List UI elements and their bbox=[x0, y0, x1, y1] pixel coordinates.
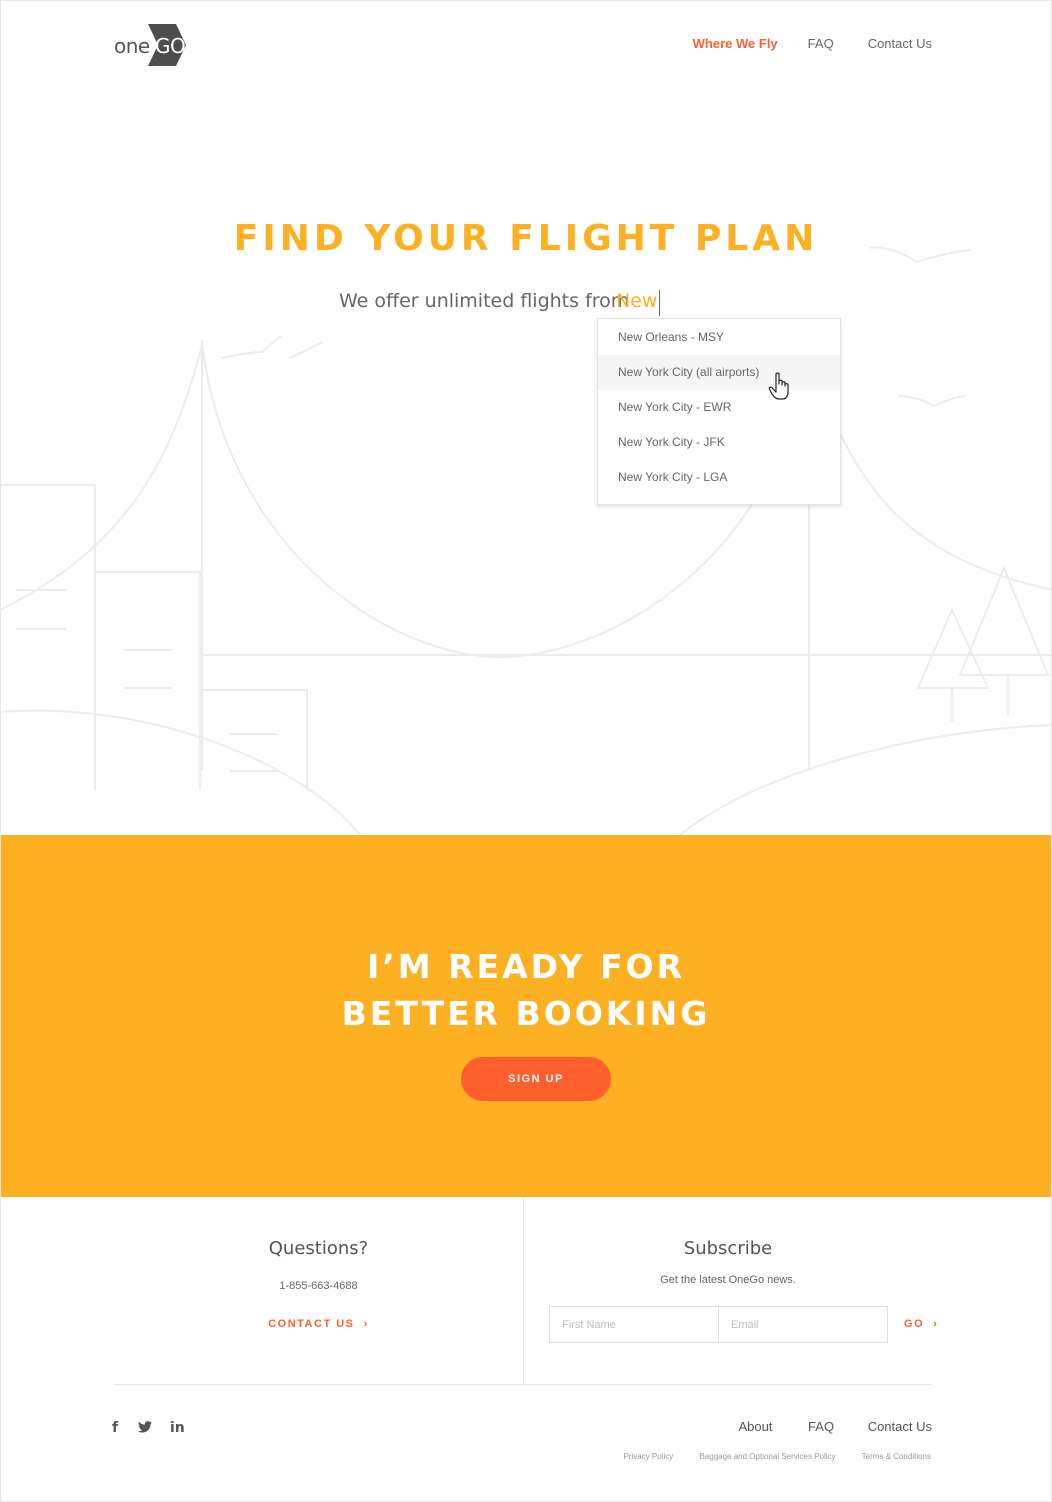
footer-link-contact-us[interactable]: Contact Us bbox=[868, 1419, 932, 1434]
site-header: one GO Where We Fly FAQ Contact Us bbox=[0, 0, 1052, 90]
hand-pointer-icon bbox=[768, 372, 789, 400]
logo-text-go: GO bbox=[155, 34, 186, 58]
contact-us-link[interactable]: CONTACT US › bbox=[114, 1318, 523, 1330]
hero-title: FIND YOUR FLIGHT PLAN bbox=[233, 218, 819, 259]
suggestion-new-york-jfk[interactable]: New York City - JFK bbox=[598, 425, 840, 460]
suggestion-new-york-ewr[interactable]: New York City - EWR bbox=[598, 390, 840, 425]
cta-title-line1: I’M READY FOR bbox=[366, 947, 686, 986]
nav-where-we-fly[interactable]: Where We Fly bbox=[693, 36, 778, 51]
social-links: f in bbox=[112, 1418, 185, 1437]
city-illustration bbox=[0, 246, 1052, 835]
footer-vertical-divider bbox=[523, 1197, 524, 1385]
origin-search-input[interactable]: New bbox=[616, 290, 661, 316]
contact-us-label: CONTACT US bbox=[268, 1318, 355, 1330]
sign-up-button[interactable]: SIGN UP bbox=[461, 1057, 611, 1101]
phone-number: 1-855-663-4688 bbox=[279, 1280, 358, 1292]
first-name-field[interactable] bbox=[549, 1306, 719, 1343]
hero-section: FIND YOUR FLIGHT PLAN We offer unlimited… bbox=[0, 90, 1052, 835]
privacy-policy-link[interactable]: Privacy Policy bbox=[623, 1452, 673, 1461]
email-field[interactable] bbox=[718, 1306, 888, 1343]
autocomplete-dropdown: New Orleans - MSY New York City (all air… bbox=[597, 318, 841, 505]
nav-faq[interactable]: FAQ bbox=[808, 36, 834, 51]
subscribe-go-button[interactable]: GO › bbox=[904, 1318, 938, 1330]
suggestion-new-york-all-airports[interactable]: New York City (all airports) bbox=[598, 355, 840, 390]
suggestion-new-orleans-msy[interactable]: New Orleans - MSY bbox=[598, 320, 840, 355]
footer-horizontal-divider bbox=[114, 1384, 932, 1385]
baggage-policy-link[interactable]: Baggage and Optional Services Policy bbox=[699, 1452, 835, 1461]
questions-title: Questions? bbox=[268, 1238, 369, 1259]
hero-subtitle: We offer unlimited flights from bbox=[339, 290, 630, 312]
legal-links: Privacy Policy Baggage and Optional Serv… bbox=[623, 1452, 931, 1461]
signup-cta-section: I’M READY FOR BETTER BOOKING SIGN UP bbox=[1, 835, 1051, 1197]
cta-title-line2: BETTER BOOKING bbox=[341, 994, 711, 1033]
subscribe-subtitle: Get the latest OneGo news. bbox=[660, 1274, 796, 1286]
footer-link-faq[interactable]: FAQ bbox=[808, 1419, 834, 1434]
logo-text-one: one bbox=[114, 34, 150, 58]
suggestion-new-york-lga[interactable]: New York City - LGA bbox=[598, 460, 840, 495]
chevron-right-icon: › bbox=[359, 1318, 369, 1330]
nav-contact-us[interactable]: Contact Us bbox=[868, 36, 932, 51]
linkedin-icon[interactable]: in bbox=[170, 1420, 185, 1436]
chevron-right-icon: › bbox=[928, 1318, 939, 1330]
facebook-icon[interactable]: f bbox=[112, 1420, 138, 1436]
onego-logo[interactable]: one GO bbox=[114, 24, 188, 66]
cta-title: I’M READY FOR BETTER BOOKING bbox=[1, 943, 1051, 1037]
footer-link-about[interactable]: About bbox=[738, 1419, 772, 1434]
footer-nav: About FAQ Contact Us bbox=[738, 1419, 932, 1434]
go-label: GO bbox=[904, 1318, 925, 1330]
subscribe-title: Subscribe bbox=[683, 1238, 773, 1259]
terms-conditions-link[interactable]: Terms & Conditions bbox=[862, 1452, 931, 1461]
main-nav: Where We Fly FAQ Contact Us bbox=[693, 36, 932, 51]
twitter-icon[interactable] bbox=[138, 1418, 170, 1437]
